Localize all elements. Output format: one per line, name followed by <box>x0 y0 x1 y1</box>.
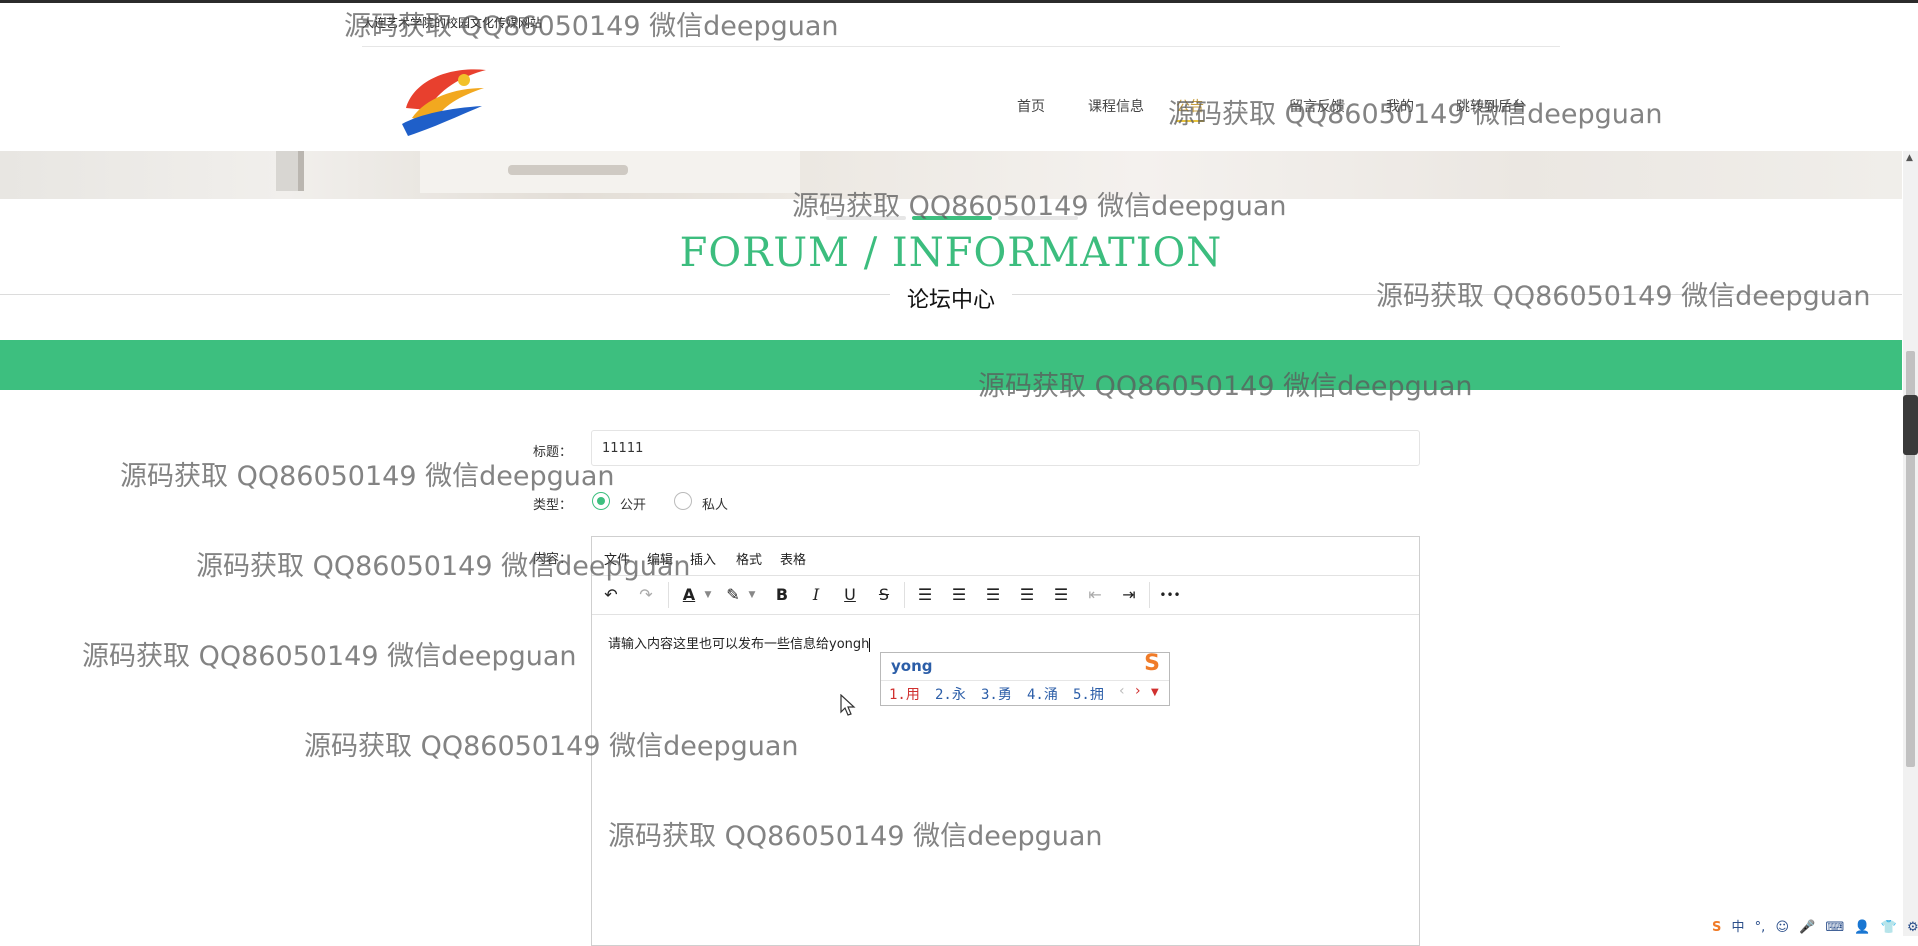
chevron-down-icon[interactable]: ▼ <box>746 582 758 608</box>
site-logo-icon[interactable] <box>398 62 492 140</box>
toolbar-separator <box>668 582 669 608</box>
ime-candidate[interactable]: 3.勇 <box>981 684 1012 704</box>
rich-text-editor: 文件 编辑 插入 格式 表格 ↶ ↷ A ▼ ✎ ▼ B I U S ☰ ☰ ☰… <box>591 536 1420 946</box>
outdent-icon[interactable]: ⇤ <box>1082 582 1108 608</box>
sogou-logo-icon: S <box>1144 651 1160 676</box>
type-public-label[interactable]: 公开 <box>620 494 646 513</box>
strikethrough-icon[interactable]: S <box>871 582 897 608</box>
scrollbar-indicator <box>1903 395 1918 455</box>
undo-icon[interactable]: ↶ <box>598 582 624 608</box>
ime-composition: yong <box>891 657 933 675</box>
align-center-icon[interactable]: ☰ <box>980 582 1006 608</box>
nav-admin[interactable]: 跳转到后台 <box>1456 96 1526 116</box>
type-label: 类型： <box>533 498 573 513</box>
title-input[interactable] <box>591 430 1420 466</box>
align-left-icon[interactable]: ☰ <box>946 582 972 608</box>
type-private-radio[interactable] <box>674 492 692 510</box>
ime-divider <box>881 680 1169 681</box>
watermark: 源码获取 QQ86050149 微信deepguan <box>82 641 577 672</box>
bold-icon[interactable]: B <box>769 582 795 608</box>
numbered-list-icon[interactable]: ☰ <box>912 582 938 608</box>
italic-icon[interactable]: I <box>803 582 829 608</box>
editor-menubar: 文件 编辑 插入 格式 表格 <box>592 537 1419 576</box>
menu-table[interactable]: 表格 <box>780 549 806 568</box>
ime-candidate[interactable]: 2.永 <box>935 684 966 704</box>
menu-insert[interactable]: 插入 <box>690 549 716 568</box>
underline-icon[interactable]: U <box>837 582 863 608</box>
background-color-icon[interactable]: ✎ <box>720 582 746 608</box>
toolbar-separator <box>1149 582 1150 608</box>
window-top-border <box>0 0 1918 3</box>
font-color-icon[interactable]: A <box>676 582 702 608</box>
ime-status-bar: S 中 °, ☺ 🎤 ⌨ 👤 👕 ⚙ <box>1712 916 1918 936</box>
content-label: 内容： <box>533 552 573 567</box>
ime-candidate[interactable]: 4.涌 <box>1027 684 1058 704</box>
chinese-mode-icon[interactable]: 中 <box>1732 920 1745 935</box>
editor-text: 请输入内容这里也可以发布一些信息给yongh <box>608 637 870 652</box>
microphone-icon[interactable]: 🎤 <box>1799 920 1815 935</box>
ime-candidate[interactable]: 1.用 <box>889 684 920 704</box>
chevron-down-icon[interactable]: ▼ <box>702 582 714 608</box>
nav-mine[interactable]: 我的 <box>1386 96 1414 116</box>
section-band <box>0 340 1902 390</box>
ime-candidate[interactable]: 5.拥 <box>1073 684 1104 704</box>
chevron-right-icon[interactable]: › <box>1135 683 1141 699</box>
nav-courses[interactable]: 课程信息 <box>1088 96 1144 116</box>
chevron-left-icon[interactable]: ‹ <box>1119 683 1125 699</box>
nav-home[interactable]: 首页 <box>1017 96 1045 116</box>
forum-heading-en: FORUM / INFORMATION <box>679 230 1223 276</box>
watermark: 源码获取 QQ86050149 微信deepguan <box>1168 99 1663 130</box>
banner-dot-active[interactable] <box>912 216 992 220</box>
editor-content[interactable]: 请输入内容这里也可以发布一些信息给yongh <box>608 633 871 652</box>
keyboard-icon[interactable]: ⌨ <box>1825 920 1844 935</box>
menu-format[interactable]: 格式 <box>736 549 762 568</box>
hero-banner-image <box>0 151 1902 199</box>
mouse-pointer-icon <box>840 694 856 716</box>
settings-icon[interactable]: ⚙ <box>1907 920 1918 935</box>
editor-toolbar: ↶ ↷ A ▼ ✎ ▼ B I U S ☰ ☰ ☰ ☰ ☰ ⇤ ⇥ ••• <box>592 576 1419 615</box>
banner-dot[interactable] <box>998 216 1078 220</box>
page-scrollbar[interactable]: ▲ <box>1903 151 1918 936</box>
redo-icon[interactable]: ↷ <box>633 582 659 608</box>
skin-icon[interactable]: 👕 <box>1881 920 1897 935</box>
scroll-up-icon[interactable]: ▲ <box>1906 153 1913 163</box>
nav-announcements[interactable]: 公告 <box>1176 96 1204 122</box>
menu-edit[interactable]: 编辑 <box>647 549 673 568</box>
nav-feedback[interactable]: 留言反馈 <box>1289 96 1345 116</box>
chevron-down-icon[interactable]: ▼ <box>1151 687 1159 698</box>
punctuation-icon[interactable]: °, <box>1755 920 1766 935</box>
header-divider <box>362 46 1560 47</box>
ime-candidate-window: yong S 1.用 2.永 3.勇 4.涌 5.拥 ‹ › ▼ <box>880 651 1170 706</box>
more-icon[interactable]: ••• <box>1157 582 1183 608</box>
forum-heading-cn: 论坛中心 <box>906 288 995 313</box>
user-icon[interactable]: 👤 <box>1854 920 1870 935</box>
type-private-label[interactable]: 私人 <box>702 494 728 513</box>
align-justify-icon[interactable]: ☰ <box>1048 582 1074 608</box>
text-caret <box>869 637 871 652</box>
site-title: 大连艺术学院的校园文化传媒网站 <box>362 16 543 30</box>
menu-file[interactable]: 文件 <box>604 549 630 568</box>
toolbar-separator <box>904 582 905 608</box>
emoji-icon[interactable]: ☺ <box>1775 920 1789 935</box>
sogou-tray-icon[interactable]: S <box>1712 920 1721 935</box>
type-public-radio[interactable] <box>592 492 610 510</box>
banner-dot[interactable] <box>826 216 906 220</box>
title-label: 标题： <box>533 445 573 460</box>
align-right-icon[interactable]: ☰ <box>1014 582 1040 608</box>
indent-icon[interactable]: ⇥ <box>1116 582 1142 608</box>
